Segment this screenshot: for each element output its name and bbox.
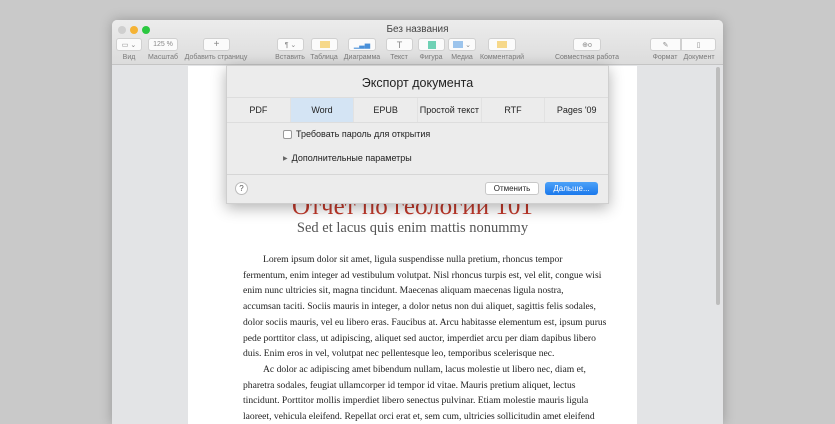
chart-label: Диаграмма — [343, 54, 381, 61]
text-icon: T — [396, 39, 403, 50]
tab-rtf[interactable]: RTF — [482, 98, 546, 122]
body-text-line: fermentum, enim integer ad vestibulum vo… — [243, 269, 602, 281]
tab-word[interactable]: Word — [290, 98, 355, 122]
collaborate-label: Совместная работа — [554, 54, 620, 61]
table-label: Таблица — [310, 54, 338, 61]
advanced-options-label: Дополнительные параметры — [291, 153, 412, 163]
chart-button[interactable]: ▁▃▅ — [348, 38, 376, 51]
table-icon — [319, 41, 330, 48]
format-label: Формат — [652, 54, 678, 61]
body-text-line: accumsan taciti. Sociis mauris in intege… — [243, 301, 596, 313]
body-text-line: duis. Enim eros in vel, volutpat nec pel… — [243, 348, 555, 360]
tab-epub[interactable]: EPUB — [354, 98, 419, 122]
body-text-line: Ac dolor ac adipiscing amet bibendum nul… — [263, 363, 586, 375]
document-button[interactable]: ▯ — [681, 38, 716, 51]
add-page-button[interactable]: + — [203, 38, 230, 51]
tab-pages-09[interactable]: Pages '09 — [545, 98, 608, 122]
password-label: Требовать пароль для открытия — [296, 129, 431, 139]
media-label: Медиа — [451, 54, 473, 61]
advanced-options-disclosure[interactable]: ▶ Дополнительные параметры — [283, 153, 412, 163]
comment-button[interactable] — [488, 38, 516, 51]
text-button[interactable]: T — [386, 38, 413, 51]
media-button[interactable]: ⌄ — [448, 38, 476, 51]
tab-pdf[interactable]: PDF — [227, 98, 291, 122]
view-button[interactable]: ▭ ⌄ — [116, 38, 142, 51]
disclosure-triangle-icon: ▶ — [283, 155, 288, 162]
shape-icon — [427, 40, 436, 49]
shape-label: Фигура — [419, 54, 443, 61]
dialog-title: Экспорт документа — [361, 76, 474, 90]
format-button[interactable]: ✎ — [650, 38, 681, 51]
help-button[interactable]: ? — [235, 182, 248, 195]
body-text-line: pharetra sodales, feugiat ullamcorper id… — [243, 379, 576, 391]
sidebar-icon: ▭ — [121, 41, 129, 49]
plus-icon: + — [213, 39, 220, 50]
image-icon — [453, 41, 464, 48]
table-button[interactable] — [311, 38, 338, 51]
password-option[interactable]: Требовать пароль для открытия — [283, 129, 430, 139]
document-icon: ▯ — [696, 41, 701, 49]
vertical-scrollbar[interactable] — [716, 67, 720, 305]
body-text-line: tincidunt. Porttitor mollis imperdiet li… — [243, 395, 589, 407]
body-text-line: pede porttitor class, ut adipiscing, ali… — [243, 332, 596, 344]
comment-label: Комментарий — [479, 54, 525, 61]
shape-button[interactable] — [418, 38, 445, 51]
dialog-divider — [227, 174, 608, 175]
body-text-line: dolor sociis mauris, vel eu libero eras.… — [243, 316, 607, 328]
toolbar: Без названия ▭ ⌄ Вид 125 % Масштаб + Доба… — [112, 20, 723, 65]
chevron-down-icon: ⌄ — [465, 41, 471, 49]
export-dialog: Экспорт документа PDF Word EPUB Простой … — [226, 65, 609, 204]
zoom-select[interactable]: 125 % — [148, 38, 178, 51]
zoom-value: 125 % — [153, 41, 173, 48]
next-button[interactable]: Дальше... — [545, 182, 598, 195]
insert-button[interactable]: ¶ ⌄ — [277, 38, 304, 51]
chevron-down-icon: ⌄ — [130, 41, 137, 49]
chart-icon: ▁▃▅ — [353, 41, 371, 49]
body-text-line: laoreet, vehicula eleifend. Repellat orc… — [243, 411, 595, 422]
collaborate-button[interactable]: ⊕o — [573, 38, 601, 51]
add-page-label: Добавить страницу — [184, 54, 248, 61]
body-text-line: enim nunc ultricies sit, magna tincidunt… — [243, 285, 564, 297]
comment-icon — [497, 41, 507, 48]
paragraph-icon: ¶ ⌄ — [284, 41, 297, 49]
document-subtitle: Sed et lacus quis enim mattis nonummy — [296, 220, 529, 236]
cancel-button[interactable]: Отменить — [485, 182, 539, 195]
body-text-line: Lorem ipsum dolor sit amet, ligula suspe… — [263, 254, 563, 265]
text-label: Текст — [390, 54, 408, 61]
insert-label: Вставить — [275, 54, 305, 61]
document-label: Документ — [683, 54, 715, 61]
view-label: Вид — [122, 54, 136, 61]
tab-plain-text[interactable]: Простой текст — [418, 98, 482, 122]
password-checkbox[interactable] — [283, 129, 292, 139]
paintbrush-icon: ✎ — [662, 41, 669, 49]
collaborate-icon: ⊕o — [582, 41, 592, 49]
zoom-label: Масштаб — [148, 54, 178, 61]
format-tabs: PDF Word EPUB Простой текст RTF Pages '0… — [227, 97, 608, 123]
window-title: Без названия — [386, 24, 449, 35]
